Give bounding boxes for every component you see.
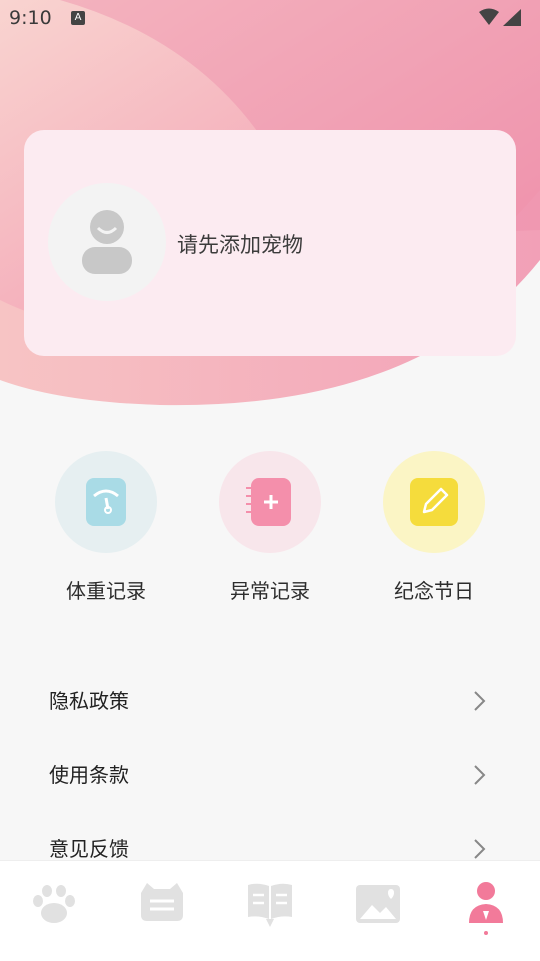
pet-card[interactable]: 请先添加宠物 [24,130,516,356]
menu-item-label: 意见反馈 [49,837,129,861]
wifi-icon [479,8,499,25]
gallery-icon [356,885,400,923]
weight-icon-circle [55,451,157,553]
chevron-right-icon [472,690,486,716]
chevron-right-icon [472,764,486,790]
notebook-plus-icon [251,478,291,526]
shortcut-abnormal-record[interactable]: 异常记录 [219,451,321,604]
status-time: 9:10 [9,7,52,29]
active-tab-indicator [484,931,488,935]
menu-item-privacy-policy[interactable]: 隐私政策 [0,670,540,732]
cat-face-icon [141,883,183,921]
status-bar: 9:10 A [0,0,540,36]
scale-icon [86,478,126,526]
menu-item-label: 使用条款 [49,763,129,787]
shortcut-anniversary[interactable]: 纪念节日 [383,451,485,604]
shortcut-label: 异常记录 [230,579,310,603]
tab-profile[interactable] [456,875,516,935]
menu-item-label: 隐私政策 [49,689,129,713]
signal-icon [503,9,521,26]
system-icons [478,8,522,32]
tab-knowledge[interactable] [240,875,300,935]
bottom-tab-bar [0,860,540,961]
tab-gallery[interactable] [348,875,408,935]
shortcut-label: 纪念节日 [394,579,474,603]
anniversary-icon-circle [383,451,485,553]
avatar[interactable] [48,183,166,301]
shortcut-weight-record[interactable]: 体重记录 [55,451,157,604]
profile-icon [469,882,503,923]
book-chat-icon [248,883,292,927]
abnormal-icon-circle [219,451,321,553]
paw-icon [33,885,75,923]
add-pet-prompt: 请先添加宠物 [177,233,303,257]
shortcut-label: 体重记录 [66,579,146,603]
tab-cat[interactable] [132,875,192,935]
tab-pets[interactable] [24,875,84,935]
default-avatar-icon [82,210,132,274]
menu-item-terms-of-use[interactable]: 使用条款 [0,744,540,806]
notification-badge: A [71,11,85,25]
pencil-note-icon [410,478,458,526]
